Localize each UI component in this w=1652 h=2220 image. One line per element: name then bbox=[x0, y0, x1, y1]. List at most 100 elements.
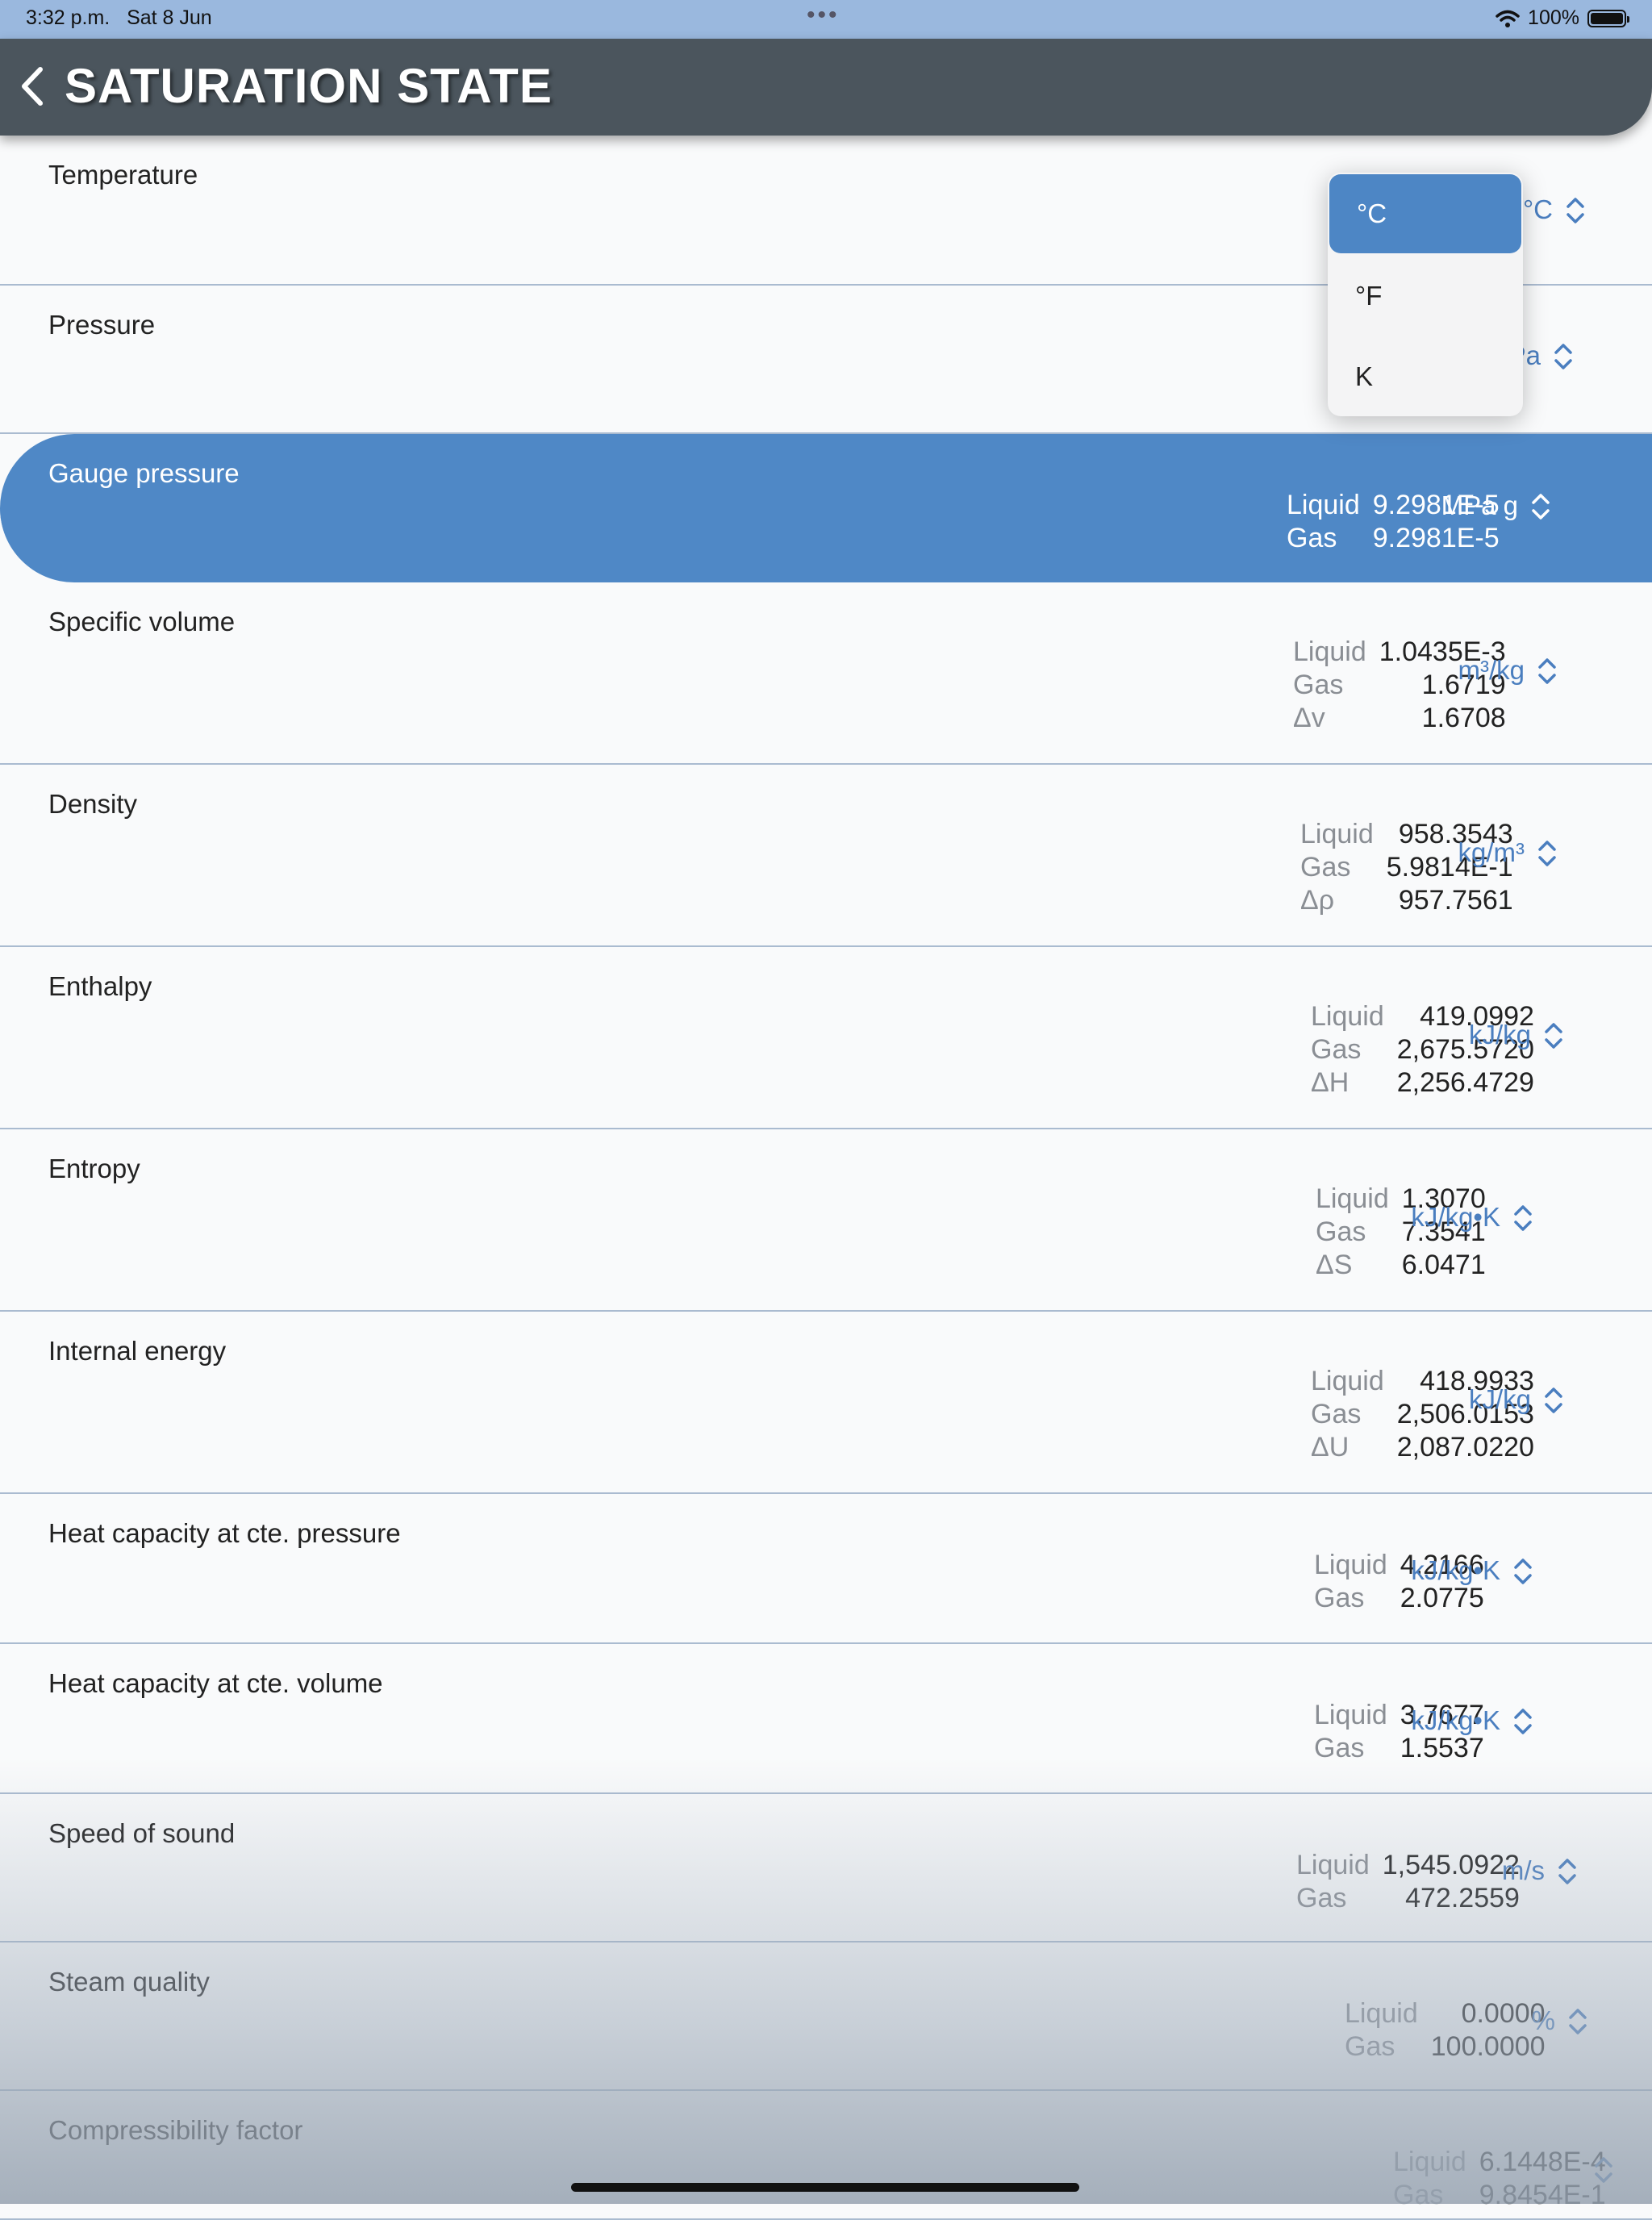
value-label: Liquid bbox=[1314, 1550, 1387, 1580]
up-down-chevron-icon[interactable] bbox=[1566, 2005, 1589, 2038]
value-label: Liquid bbox=[1293, 636, 1366, 667]
value-label: Gas bbox=[1293, 670, 1344, 700]
page-title: SATURATION STATE bbox=[65, 59, 553, 113]
value-label: Gas bbox=[1311, 1399, 1362, 1429]
value-label: Gas bbox=[1314, 1733, 1365, 1763]
unit-dropdown-menu: °C °F K bbox=[1328, 173, 1523, 416]
up-down-chevron-icon[interactable] bbox=[1592, 2154, 1615, 2186]
battery-percent: 100% bbox=[1528, 6, 1579, 29]
value-label: Gas bbox=[1287, 523, 1337, 553]
value-number: 9.2981E-5 bbox=[1372, 523, 1500, 553]
unit-selector[interactable]: MPa g bbox=[1441, 490, 1518, 521]
up-down-chevron-icon[interactable] bbox=[1536, 837, 1558, 870]
up-down-chevron-icon[interactable] bbox=[1542, 1384, 1565, 1417]
value-label: Liquid bbox=[1314, 1700, 1387, 1730]
value-number: 2,256.4729 bbox=[1396, 1067, 1534, 1098]
row-compressibility-factor[interactable]: Compressibility factor Liquid 6.1448E-4 Gas… bbox=[0, 2091, 1652, 2220]
status-time: 3:32 p.m. Sat 8 Jun bbox=[26, 6, 212, 29]
value-label: ΔS bbox=[1316, 1250, 1353, 1280]
property-list: Temperature°CPressureMPaGauge pressureLi… bbox=[0, 136, 1652, 2220]
row-label: Heat capacity at cte. volume bbox=[48, 1668, 383, 1698]
value-number: 957.7561 bbox=[1398, 885, 1513, 916]
value-grid: Liquid 0.0000 Gas 100.0000 bbox=[1345, 1999, 1546, 2062]
value-number: 2,087.0220 bbox=[1396, 1432, 1534, 1463]
unit-selector[interactable]: kJ/kg•K bbox=[1411, 1202, 1500, 1233]
value-label: Δρ bbox=[1300, 885, 1335, 916]
unit-selector[interactable]: kJ/kg bbox=[1469, 1020, 1531, 1050]
value-label: Liquid bbox=[1345, 1998, 1418, 2029]
row-heat-capacity-at-cte-volume[interactable]: Heat capacity at cte. volume Liquid 3.7677… bbox=[0, 1644, 1652, 1794]
status-bar: 3:32 p.m. Sat 8 Jun ••• 100% bbox=[0, 0, 1652, 39]
up-down-chevron-icon[interactable] bbox=[1552, 340, 1575, 373]
up-down-chevron-icon[interactable] bbox=[1556, 1855, 1579, 1888]
row-density[interactable]: Density Liquid 958.3543 Gas 5.9814E-1 Δρ 957.7… bbox=[0, 765, 1652, 947]
up-down-chevron-icon[interactable] bbox=[1542, 1020, 1565, 1052]
up-down-chevron-icon[interactable] bbox=[1564, 194, 1587, 227]
value-label: Liquid bbox=[1287, 490, 1360, 520]
value-label: Gas bbox=[1393, 2180, 1444, 2210]
dropdown-option-fahrenheit[interactable]: °F bbox=[1328, 257, 1523, 337]
row-internal-energy[interactable]: Internal energy Liquid 418.9933 Gas 2,506.01… bbox=[0, 1312, 1652, 1494]
unit-selector[interactable]: m/s bbox=[1502, 1855, 1545, 1886]
up-down-chevron-icon[interactable] bbox=[1529, 490, 1552, 523]
row-speed-of-sound[interactable]: Speed of sound Liquid 1,545.0922 Gas 472.255… bbox=[0, 1794, 1652, 1942]
multitasking-dots-icon[interactable]: ••• bbox=[807, 2, 840, 29]
value-label: Gas bbox=[1296, 1883, 1347, 1913]
value-grid: Liquid 6.1448E-4 Gas 9.8454E-1 bbox=[1393, 2147, 1606, 2210]
value-label: Liquid bbox=[1393, 2147, 1466, 2177]
row-label: Specific volume bbox=[48, 607, 236, 636]
unit-selector[interactable]: % bbox=[1532, 2005, 1555, 2036]
row-label: Heat capacity at cte. pressure bbox=[48, 1518, 401, 1548]
up-down-chevron-icon[interactable] bbox=[1512, 1705, 1534, 1738]
row-label: Compressibility factor bbox=[48, 2115, 303, 2145]
value-number: 472.2559 bbox=[1405, 1883, 1520, 1913]
dropdown-option-kelvin[interactable]: K bbox=[1328, 337, 1523, 418]
row-gauge-pressure[interactable]: Gauge pressure Liquid 9.2981E-5 Gas 9.2981E-… bbox=[0, 434, 1652, 582]
row-heat-capacity-at-cte-pressure[interactable]: Heat capacity at cte. pressure Liquid 4.21… bbox=[0, 1494, 1652, 1644]
value-number: 2.0775 bbox=[1400, 1583, 1484, 1613]
unit-selector[interactable]: kJ/kg•K bbox=[1411, 1555, 1500, 1586]
battery-icon bbox=[1587, 9, 1629, 27]
unit-selector[interactable]: m³/kg bbox=[1458, 655, 1525, 686]
value-number: 6.0471 bbox=[1401, 1250, 1486, 1280]
value-number: 1.5537 bbox=[1400, 1733, 1484, 1763]
row-label: Enthalpy bbox=[48, 971, 152, 1001]
value-number: 6.1448E-4 bbox=[1479, 2147, 1606, 2177]
back-chevron-icon[interactable] bbox=[16, 58, 48, 115]
value-label: Gas bbox=[1311, 1034, 1362, 1065]
unit-selector[interactable]: kJ/kg•K bbox=[1411, 1705, 1500, 1736]
up-down-chevron-icon[interactable] bbox=[1512, 1202, 1534, 1234]
value-label: Gas bbox=[1345, 2031, 1395, 2062]
row-specific-volume[interactable]: Specific volume Liquid 1.0435E-3 Gas 1.6719 Δ… bbox=[0, 582, 1652, 765]
value-number: 9.8454E-1 bbox=[1479, 2180, 1606, 2210]
dropdown-option-celsius[interactable]: °C bbox=[1329, 174, 1521, 253]
unit-selector[interactable]: kg/m³ bbox=[1458, 837, 1525, 868]
row-label: Density bbox=[48, 789, 138, 819]
row-label: Pressure bbox=[48, 310, 156, 340]
row-label: Internal energy bbox=[48, 1336, 227, 1366]
wifi-icon bbox=[1496, 10, 1520, 27]
row-entropy[interactable]: Entropy Liquid 1.3070 Gas 7.3541 ΔS 6.0471 kJ/k… bbox=[0, 1129, 1652, 1312]
row-enthalpy[interactable]: Enthalpy Liquid 419.0992 Gas 2,675.5720 ΔH 2,2… bbox=[0, 947, 1652, 1129]
value-label: Liquid bbox=[1311, 1366, 1384, 1396]
value-label: Liquid bbox=[1311, 1001, 1384, 1032]
unit-selector[interactable]: kJ/kg bbox=[1469, 1384, 1531, 1415]
value-label: Δv bbox=[1293, 703, 1325, 733]
value-label: Liquid bbox=[1296, 1850, 1370, 1880]
status-right: 100% bbox=[1496, 6, 1629, 30]
value-label: ΔH bbox=[1311, 1067, 1350, 1098]
home-indicator[interactable] bbox=[571, 2183, 1079, 2192]
row-steam-quality[interactable]: Steam quality Liquid 0.0000 Gas 100.0000% bbox=[0, 1942, 1652, 2091]
row-label: Entropy bbox=[48, 1154, 140, 1183]
value-label: Liquid bbox=[1316, 1183, 1389, 1214]
unit-selector[interactable]: °C bbox=[1523, 194, 1553, 225]
row-label: Speed of sound bbox=[48, 1818, 236, 1848]
value-number: 0.0000 bbox=[1461, 1998, 1546, 2029]
row-label: Temperature bbox=[48, 160, 198, 190]
up-down-chevron-icon[interactable] bbox=[1536, 655, 1558, 687]
value-number: 100.0000 bbox=[1430, 2031, 1546, 2062]
value-grid: Liquid 1,545.0922 Gas 472.2559 bbox=[1296, 1851, 1520, 1913]
up-down-chevron-icon[interactable] bbox=[1512, 1555, 1534, 1588]
value-label: Liquid bbox=[1300, 819, 1374, 849]
value-number: 1,545.0922 bbox=[1382, 1850, 1520, 1880]
